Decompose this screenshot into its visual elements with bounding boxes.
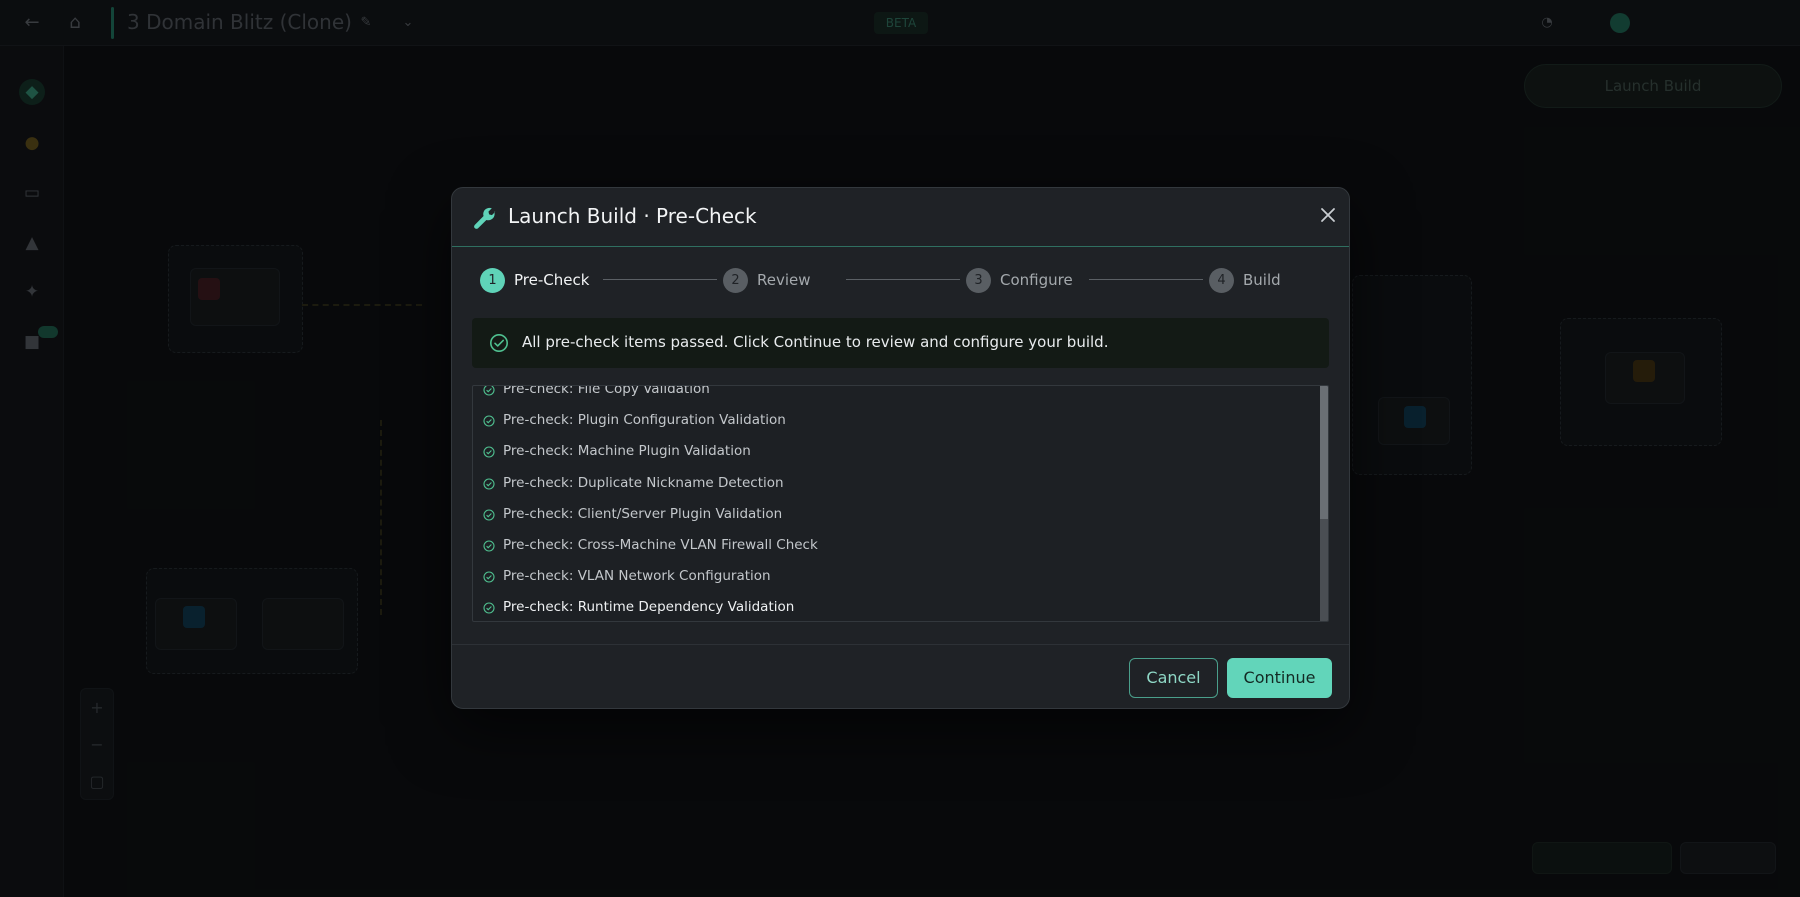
- scrollbar-track-lower[interactable]: [1320, 519, 1328, 621]
- scrollbar-thumb[interactable]: [1320, 386, 1328, 519]
- step-connector: [846, 279, 960, 280]
- close-icon[interactable]: [1316, 203, 1340, 227]
- cancel-button[interactable]: Cancel: [1129, 658, 1218, 698]
- list-item: Pre-check: Runtime Dependency Validation: [473, 592, 1318, 621]
- stepper: 1 Pre-Check 2 Review 3 Configure 4 Build: [480, 267, 1320, 293]
- step-pre-check: 1 Pre-Check: [480, 267, 589, 293]
- check-circle-icon: [483, 509, 495, 521]
- footer-divider: [452, 644, 1349, 645]
- modal-title: Launch Build · Pre-Check: [508, 204, 757, 228]
- check-circle-icon: [483, 571, 495, 583]
- step-number: 3: [966, 267, 991, 293]
- wrench-icon: [474, 207, 496, 229]
- list-item: Pre-check: VLAN Network Configuration: [473, 561, 1318, 592]
- pre-check-list[interactable]: Pre-check: File Copy Validation Pre-chec…: [472, 385, 1329, 622]
- check-label: Pre-check: File Copy Validation: [503, 385, 710, 397]
- check-label: Pre-check: Duplicate Nickname Detection: [503, 474, 784, 491]
- check-label: Pre-check: VLAN Network Configuration: [503, 568, 771, 585]
- list-item: Pre-check: Duplicate Nickname Detection: [473, 468, 1318, 499]
- step-review: 2 Review: [723, 267, 811, 293]
- check-circle-icon: [483, 540, 495, 552]
- check-circle-icon: [483, 602, 495, 614]
- step-label: Build: [1243, 271, 1281, 289]
- list-item: Pre-check: Machine Plugin Validation: [473, 436, 1318, 467]
- list-item: Pre-check: Client/Server Plugin Validati…: [473, 499, 1318, 530]
- modal-header: Launch Build · Pre-Check: [452, 188, 1349, 247]
- step-label: Review: [757, 271, 811, 289]
- step-build: 4 Build: [1209, 267, 1281, 293]
- step-label: Pre-Check: [514, 271, 590, 289]
- scrollbar[interactable]: [1320, 386, 1328, 621]
- launch-build-modal: Launch Build · Pre-Check 1 Pre-Check 2 R…: [451, 187, 1350, 709]
- alert-message: All pre-check items passed. Click Contin…: [522, 333, 1109, 351]
- check-circle-icon: [490, 334, 508, 352]
- check-circle-icon: [483, 415, 495, 427]
- list-item: Pre-check: Cross-Machine VLAN Firewall C…: [473, 530, 1318, 561]
- check-label: Pre-check: Cross-Machine VLAN Firewall C…: [503, 536, 818, 553]
- check-circle-icon: [483, 446, 495, 458]
- step-number: 2: [723, 267, 748, 293]
- success-alert: All pre-check items passed. Click Contin…: [472, 318, 1329, 368]
- list-item: Pre-check: Plugin Configuration Validati…: [473, 405, 1318, 436]
- check-label: Pre-check: Runtime Dependency Validation: [503, 599, 795, 616]
- step-label: Configure: [1000, 271, 1073, 289]
- check-label: Pre-check: Machine Plugin Validation: [503, 443, 751, 460]
- step-connector: [603, 279, 717, 280]
- continue-button[interactable]: Continue: [1227, 658, 1332, 698]
- check-label: Pre-check: Plugin Configuration Validati…: [503, 412, 786, 429]
- check-circle-icon: [483, 386, 495, 396]
- check-label: Pre-check: Client/Server Plugin Validati…: [503, 505, 783, 522]
- check-circle-icon: [483, 478, 495, 490]
- step-connector: [1089, 279, 1203, 280]
- step-number: 4: [1209, 267, 1234, 293]
- step-number: 1: [480, 267, 505, 293]
- list-item: Pre-check: File Copy Validation: [473, 385, 1318, 405]
- step-configure: 3 Configure: [966, 267, 1073, 293]
